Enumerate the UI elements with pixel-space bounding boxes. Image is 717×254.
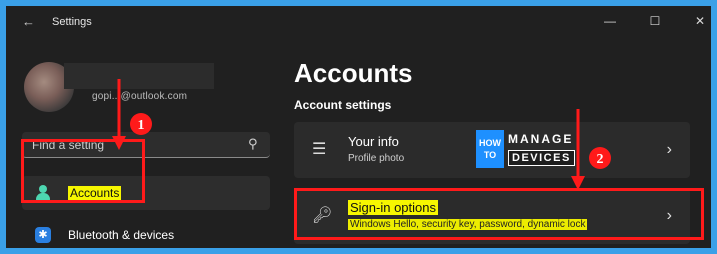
logo-manage: MANAGE xyxy=(508,132,574,146)
how-to-manage-devices-logo: HOW TO MANAGE DEVICES xyxy=(476,128,580,172)
sidebar-item-bluetooth[interactable]: ✱ Bluetooth & devices xyxy=(22,218,270,248)
section-heading: Account settings xyxy=(294,98,392,112)
close-button[interactable]: ✕ xyxy=(689,12,711,30)
back-arrow-icon[interactable]: ← xyxy=(22,15,38,29)
sidebar-item-label: Bluetooth & devices xyxy=(68,228,175,242)
title-bar: ← Settings — ☐ ✕ xyxy=(6,6,711,38)
logo-how-to: HOW TO xyxy=(476,130,504,168)
minimize-button[interactable]: — xyxy=(599,12,621,30)
settings-window: ← Settings — ☐ ✕ gopi...@outlook.com Fin… xyxy=(6,6,711,248)
annotation-box-sign-in xyxy=(294,188,704,240)
logo-devices: DEVICES xyxy=(508,150,575,166)
page-title: Accounts xyxy=(294,58,413,88)
user-name-redacted xyxy=(64,63,214,89)
maximize-button[interactable]: ☐ xyxy=(644,12,666,30)
card-subtitle: Profile photo xyxy=(348,153,405,164)
user-email: gopi...@outlook.com xyxy=(92,91,188,102)
person-card-icon: ☰ xyxy=(312,141,327,158)
your-info-card[interactable]: ☰ Your info Profile photo HOW TO MANAGE … xyxy=(294,122,690,178)
app-title: Settings xyxy=(52,16,92,28)
card-title: Your info xyxy=(348,134,399,149)
search-icon[interactable]: ⚲ xyxy=(248,136,258,152)
chevron-right-icon[interactable]: › xyxy=(667,141,672,159)
annotation-box-accounts xyxy=(21,139,145,203)
bluetooth-icon: ✱ xyxy=(35,227,51,243)
